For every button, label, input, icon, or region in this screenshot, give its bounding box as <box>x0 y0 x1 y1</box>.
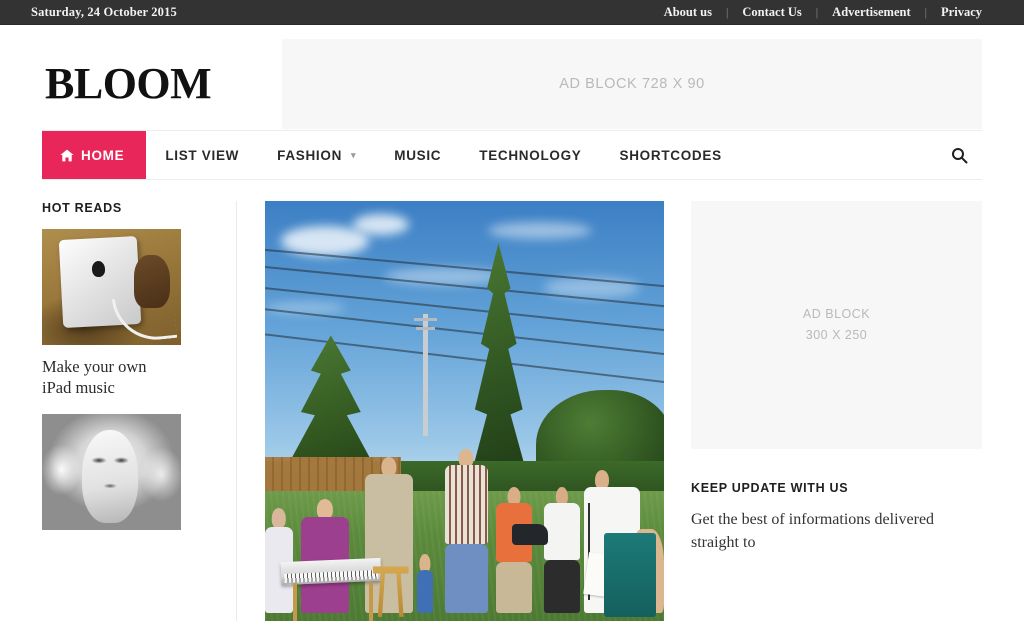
site-header: BLOOM AD BLOCK 728 X 90 <box>42 25 982 130</box>
nav-item-label: FASHION <box>277 147 343 163</box>
folding-chair <box>604 532 657 617</box>
newsletter-widget: KEEP UPDATE WITH US Get the best of info… <box>691 481 982 554</box>
main-navigation: HOME LIST VIEW FASHION ▾ MUSIC TECHNOLOG… <box>42 130 982 180</box>
chevron-down-icon: ▾ <box>351 149 357 160</box>
person-head <box>271 507 287 529</box>
ad-block-size: 300 X 250 <box>805 328 868 342</box>
person-legs <box>444 543 489 613</box>
main-column <box>237 201 691 621</box>
keyboard-instrument <box>280 557 382 586</box>
nav-item-technology[interactable]: TECHNOLOGY <box>460 131 600 179</box>
sidebar-ad-block[interactable]: AD BLOCK 300 X 250 <box>691 201 982 449</box>
nav-item-label: HOME <box>81 147 125 163</box>
hot-read-item[interactable]: Make your own iPad music <box>42 229 208 398</box>
person-figure <box>544 486 581 613</box>
top-link-about-us[interactable]: About us <box>650 5 726 20</box>
cloud-shape <box>352 213 409 235</box>
nav-item-fashion[interactable]: FASHION ▾ <box>258 131 375 179</box>
ad-block-label: AD BLOCK <box>802 306 871 321</box>
featured-post-image[interactable] <box>265 201 664 621</box>
nav-item-home[interactable]: HOME <box>42 131 147 179</box>
cloud-shape <box>384 268 505 285</box>
site-container: BLOOM AD BLOCK 728 X 90 HOME LIST VIEW F… <box>42 25 982 621</box>
person-figure <box>444 448 489 613</box>
content-area: HOT READS Make your own iPad music AD BL… <box>42 180 982 621</box>
woman-portrait-photo <box>42 414 181 531</box>
top-bar-links: About us | Contact Us | Advertisement | … <box>650 5 996 20</box>
hot-read-thumbnail[interactable] <box>42 229 181 345</box>
nav-item-music[interactable]: MUSIC <box>375 131 460 179</box>
page-wrapper: BLOOM AD BLOCK 728 X 90 HOME LIST VIEW F… <box>0 25 1024 621</box>
person-legs <box>496 562 533 613</box>
nav-item-shortcodes[interactable]: SHORTCODES <box>601 131 741 179</box>
top-link-contact-us[interactable]: Contact Us <box>728 5 815 20</box>
newsletter-title: KEEP UPDATE WITH US <box>691 481 849 495</box>
hot-reads-title: HOT READS <box>42 201 122 215</box>
nav-item-label: LIST VIEW <box>165 147 240 163</box>
current-date: Saturday, 24 October 2015 <box>31 4 177 19</box>
table-leg <box>292 583 297 621</box>
equipment-bag <box>512 524 549 546</box>
leaderboard-ad-block[interactable]: AD BLOCK 728 X 90 <box>282 39 982 129</box>
person-body <box>416 570 433 613</box>
nav-item-list-view[interactable]: LIST VIEW <box>146 131 258 179</box>
person-legs <box>544 559 581 613</box>
home-icon <box>60 149 74 162</box>
person-body <box>444 465 489 544</box>
search-button[interactable] <box>931 131 982 179</box>
nav-item-label: TECHNOLOGY <box>479 147 582 163</box>
nav-item-label: MUSIC <box>394 147 442 163</box>
sidebar-left: HOT READS Make your own iPad music <box>42 201 237 621</box>
top-link-privacy[interactable]: Privacy <box>927 5 996 20</box>
hot-read-title[interactable]: Make your own iPad music <box>42 356 177 398</box>
nav-items: HOME LIST VIEW FASHION ▾ MUSIC TECHNOLOG… <box>42 131 741 179</box>
hot-read-thumbnail[interactable] <box>42 414 181 531</box>
newsletter-description: Get the best of informations delivered s… <box>691 511 935 552</box>
cloud-shape <box>488 222 593 239</box>
nav-item-label: SHORTCODES <box>619 147 722 163</box>
utility-pole <box>413 314 437 437</box>
person-body <box>544 502 581 560</box>
person-figure <box>496 486 533 613</box>
hot-read-item[interactable] <box>42 414 208 531</box>
top-link-advertisement[interactable]: Advertisement <box>818 5 924 20</box>
table-leg <box>368 583 373 621</box>
search-icon <box>951 147 968 164</box>
sidebar-right: AD BLOCK 300 X 250 KEEP UPDATE WITH US G… <box>691 201 982 621</box>
site-logo[interactable]: BLOOM <box>42 62 282 106</box>
person-figure <box>265 507 293 613</box>
person-figure <box>416 553 433 613</box>
ipad-photo <box>42 229 181 345</box>
cable-shape <box>112 292 178 344</box>
top-bar: Saturday, 24 October 2015 About us | Con… <box>0 0 1024 25</box>
person-figure <box>300 499 349 613</box>
